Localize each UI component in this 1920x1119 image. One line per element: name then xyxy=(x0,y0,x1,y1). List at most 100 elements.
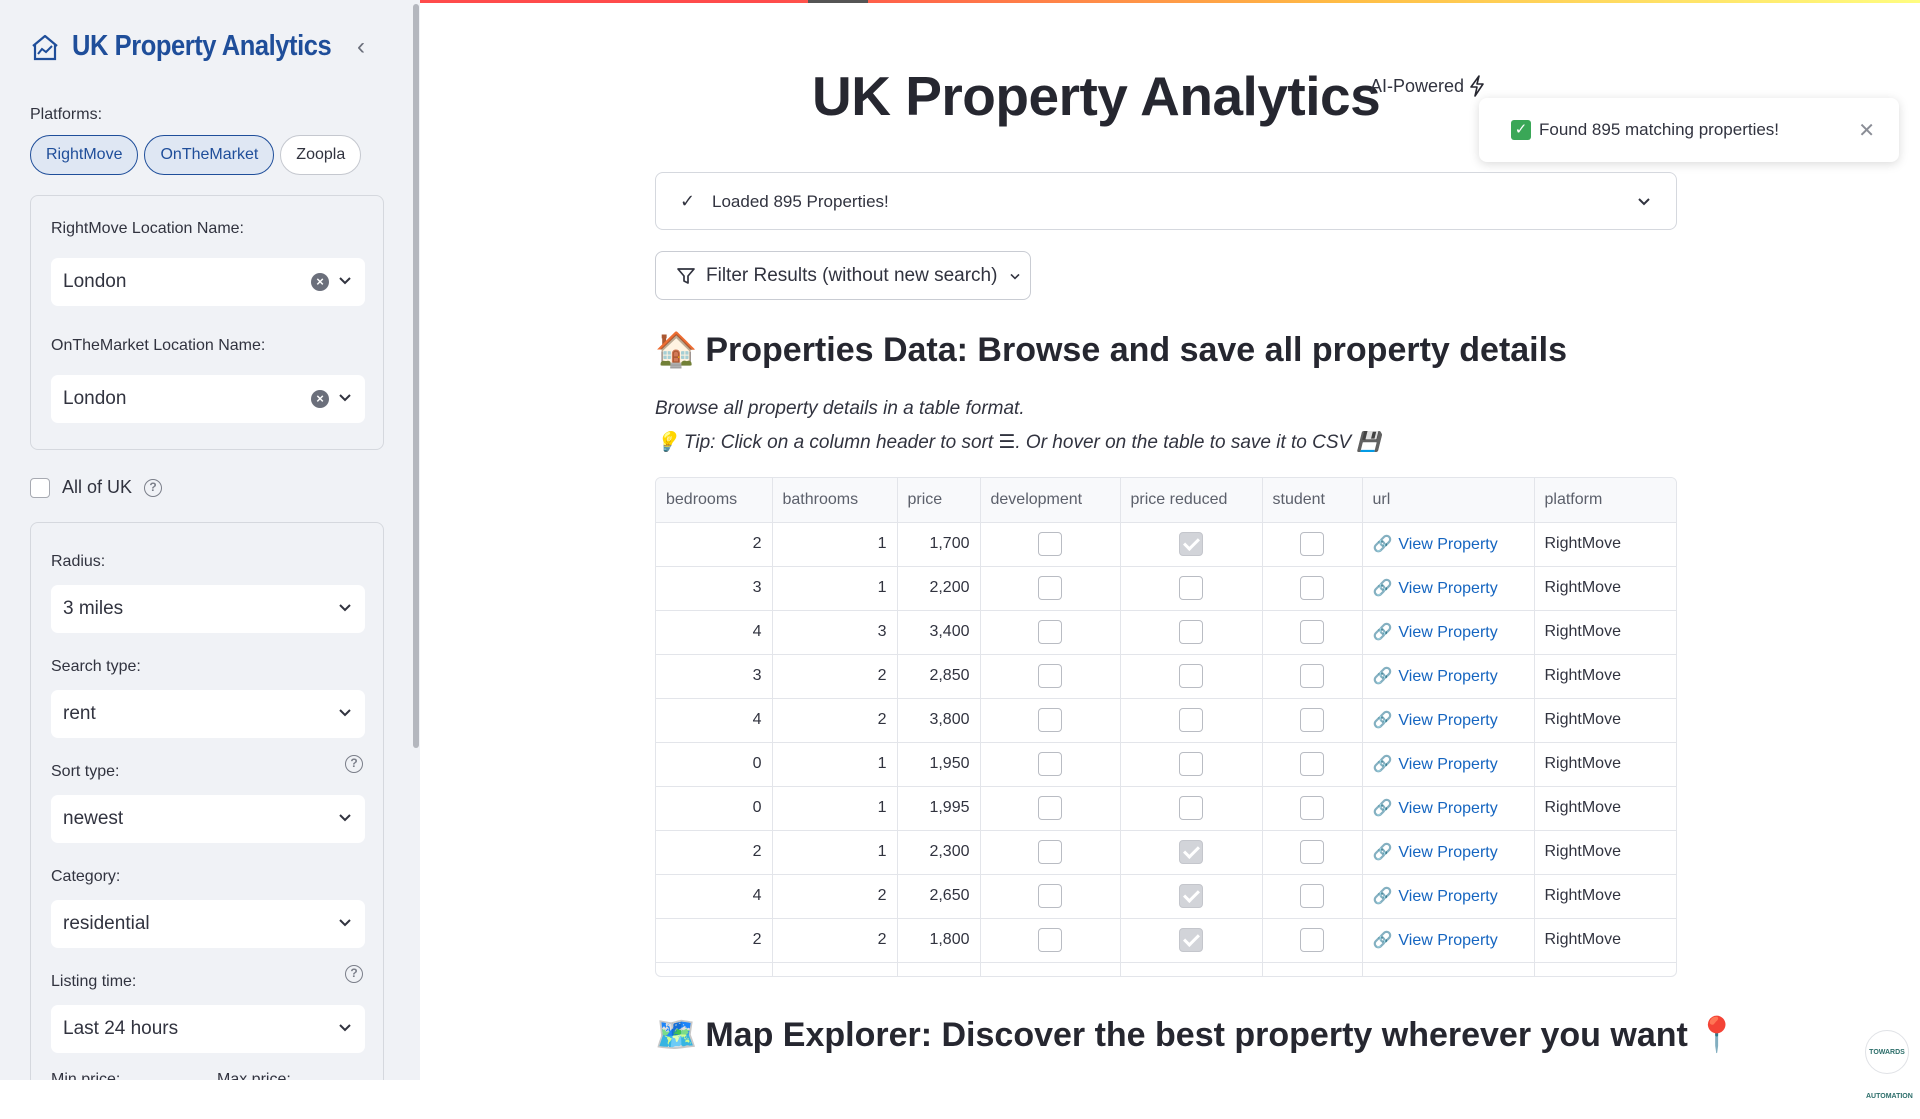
view-property-link[interactable]: View Property xyxy=(1398,536,1497,553)
table-row[interactable]: 2 2 1,800 🔗 View Property RightMove xyxy=(656,918,1676,963)
platform-pill-rightmove[interactable]: RightMove xyxy=(30,135,139,175)
checkbox xyxy=(1300,664,1324,688)
properties-section-heading: 🏠 Properties Data: Browse and save all p… xyxy=(655,330,1567,370)
onthemarket-location-select[interactable]: London × xyxy=(51,375,365,423)
link-icon: 🔗 xyxy=(1372,624,1393,641)
table-row[interactable]: 4 2 2,650 🔗 View Property RightMove xyxy=(656,874,1676,919)
column-header-bedrooms[interactable]: bedrooms xyxy=(656,478,773,523)
column-header-bathrooms[interactable]: bathrooms xyxy=(772,478,898,523)
chevron-down-icon[interactable] xyxy=(335,597,355,617)
view-property-link[interactable]: View Property xyxy=(1398,932,1497,949)
help-icon[interactable]: ? xyxy=(345,755,363,773)
max-price-label: Max price: xyxy=(217,1071,291,1080)
category-select[interactable]: residential xyxy=(51,900,365,948)
table-row[interactable]: 3 2 2,850 🔗 View Property RightMove xyxy=(656,654,1676,699)
cell-price: 2,650 xyxy=(897,874,981,919)
table-row[interactable]: 0 1 1,995 🔗 View Property RightMove xyxy=(656,786,1676,831)
collapse-sidebar-icon[interactable]: ‹ xyxy=(350,35,372,59)
checkbox xyxy=(1179,532,1203,556)
search-type-label: Search type: xyxy=(51,658,141,675)
sidebar-scrollbar[interactable] xyxy=(413,4,419,748)
table-row[interactable]: 2 1 2,300 🔗 View Property RightMove xyxy=(656,830,1676,875)
help-icon[interactable]: ? xyxy=(144,478,163,497)
rightmove-location-select[interactable]: London × xyxy=(51,258,365,306)
view-property-link[interactable]: View Property xyxy=(1398,844,1497,861)
column-header-url[interactable]: url xyxy=(1362,478,1535,523)
cell-price: 1,700 xyxy=(897,522,981,567)
filter-results-button[interactable]: Filter Results (without new search) xyxy=(655,251,1031,300)
cell-url: 🔗 View Property xyxy=(1362,786,1535,831)
page-title: UK Property Analytics xyxy=(812,65,1381,127)
toast-message: Found 895 matching properties! xyxy=(1539,120,1780,139)
cell-development xyxy=(980,698,1121,743)
cell-bathrooms: 2 xyxy=(772,654,898,699)
column-header-platform[interactable]: platform xyxy=(1534,478,1676,523)
chevron-down-icon[interactable] xyxy=(335,702,355,722)
cell-bathrooms: 2 xyxy=(772,874,898,919)
cell-bathrooms: 1 xyxy=(772,522,898,567)
chevron-down-icon[interactable] xyxy=(335,270,355,290)
cell-url: 🔗 View Property xyxy=(1362,698,1535,743)
loaded-properties-expander[interactable]: ✓ Loaded 895 Properties! xyxy=(655,172,1677,230)
house-icon: 🏠 xyxy=(655,331,698,369)
checkbox[interactable] xyxy=(30,477,50,498)
column-header-price-reduced[interactable]: price reduced xyxy=(1120,478,1263,523)
view-property-link[interactable]: View Property xyxy=(1398,668,1497,685)
help-icon[interactable]: ? xyxy=(345,965,363,983)
table-row[interactable] xyxy=(656,962,1676,976)
cell-student xyxy=(1262,566,1363,611)
chevron-down-icon[interactable] xyxy=(335,1017,355,1037)
view-property-link[interactable]: View Property xyxy=(1398,624,1497,641)
chevron-down-icon[interactable] xyxy=(335,912,355,932)
search-type-value: rent xyxy=(63,703,96,724)
table-row[interactable]: 0 1 1,950 🔗 View Property RightMove xyxy=(656,742,1676,787)
clear-icon[interactable]: × xyxy=(311,273,329,291)
table-row[interactable]: 3 1 2,200 🔗 View Property RightMove xyxy=(656,566,1676,611)
view-property-link[interactable]: View Property xyxy=(1398,800,1497,817)
view-property-link[interactable]: View Property xyxy=(1398,580,1497,597)
radius-select[interactable]: 3 miles xyxy=(51,585,365,633)
listing-time-select[interactable]: Last 24 hours xyxy=(51,1005,365,1053)
cell-bathrooms: 3 xyxy=(772,610,898,655)
cell-price-reduced xyxy=(1120,522,1263,567)
view-property-link[interactable]: View Property xyxy=(1398,712,1497,729)
cell xyxy=(897,962,981,976)
cell-url: 🔗 View Property xyxy=(1362,830,1535,875)
checkbox xyxy=(1038,532,1062,556)
close-icon[interactable]: ✕ xyxy=(1858,118,1875,143)
platform-pill-zoopla[interactable]: Zoopla xyxy=(280,135,362,175)
chevron-down-icon[interactable] xyxy=(1634,191,1654,211)
cell-student xyxy=(1262,698,1363,743)
cell-price-reduced xyxy=(1120,610,1263,655)
cell xyxy=(656,962,773,976)
table-row[interactable]: 4 2 3,800 🔗 View Property RightMove xyxy=(656,698,1676,743)
view-property-link[interactable]: View Property xyxy=(1398,756,1497,773)
cell-development xyxy=(980,742,1121,787)
column-header-development[interactable]: development xyxy=(980,478,1121,523)
cell-price-reduced xyxy=(1120,874,1263,919)
checkbox xyxy=(1179,928,1203,952)
chevron-down-icon[interactable] xyxy=(335,807,355,827)
all-uk-checkbox[interactable]: All of UK ? xyxy=(30,477,163,498)
ai-powered-text: AI-Powered xyxy=(1370,75,1465,96)
column-header-price[interactable]: price xyxy=(897,478,981,523)
checkbox xyxy=(1300,796,1324,820)
sort-type-select[interactable]: newest xyxy=(51,795,365,843)
chevron-down-icon[interactable] xyxy=(335,387,355,407)
view-property-link[interactable]: View Property xyxy=(1398,888,1497,905)
link-icon: 🔗 xyxy=(1372,888,1393,905)
listing-time-value: Last 24 hours xyxy=(63,1018,179,1039)
column-header-student[interactable]: student xyxy=(1262,478,1363,523)
clear-icon[interactable]: × xyxy=(311,390,329,408)
link-icon: 🔗 xyxy=(1372,844,1393,861)
search-type-select[interactable]: rent xyxy=(51,690,365,738)
table-row[interactable]: 4 3 3,400 🔗 View Property RightMove xyxy=(656,610,1676,655)
link-icon: 🔗 xyxy=(1372,712,1393,729)
platform-pill-onthemarket[interactable]: OnTheMarket xyxy=(144,135,275,175)
properties-table[interactable]: bedrooms bathrooms price development pri… xyxy=(655,477,1677,977)
table-row[interactable]: 2 1 1,700 🔗 View Property RightMove xyxy=(656,522,1676,567)
onthemarket-location-label: OnTheMarket Location Name: xyxy=(51,337,266,354)
cell-student xyxy=(1262,786,1363,831)
checkbox xyxy=(1300,840,1324,864)
cell-bathrooms: 1 xyxy=(772,742,898,787)
